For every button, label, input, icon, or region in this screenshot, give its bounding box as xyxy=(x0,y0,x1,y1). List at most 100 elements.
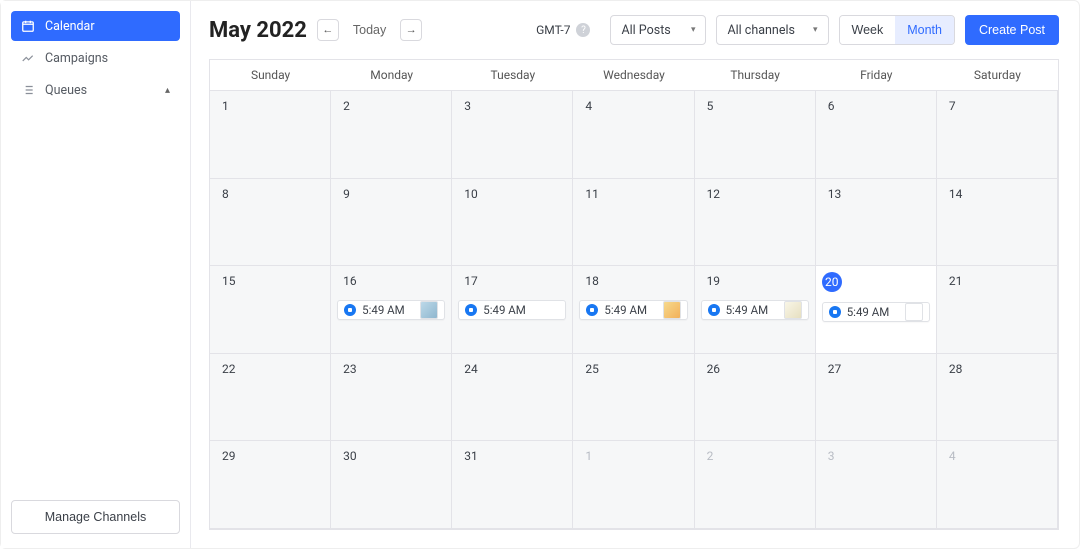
day-number: 27 xyxy=(822,360,930,378)
day-number: 7 xyxy=(943,97,1051,115)
calendar-cell[interactable]: 29 xyxy=(210,441,331,529)
calendar-cell[interactable]: 22 xyxy=(210,354,331,442)
day-number: 3 xyxy=(458,97,566,115)
prev-month-button[interactable]: ← xyxy=(317,19,339,41)
calendar-cell[interactable]: 1 xyxy=(573,441,694,529)
sidebar-item-label: Campaigns xyxy=(45,51,108,66)
day-number: 28 xyxy=(943,360,1051,378)
calendar-cell[interactable]: 14 xyxy=(937,179,1058,267)
day-number: 23 xyxy=(337,360,445,378)
day-number: 5 xyxy=(701,97,809,115)
next-month-button[interactable]: → xyxy=(400,19,422,41)
day-number: 24 xyxy=(458,360,566,378)
weekday-label: Sunday xyxy=(210,60,331,90)
calendar-cell[interactable]: 28 xyxy=(937,354,1058,442)
calendar-cell[interactable]: 7 xyxy=(937,91,1058,179)
day-number: 19 xyxy=(701,272,809,290)
weekday-label: Saturday xyxy=(937,60,1058,90)
calendar-cell[interactable]: 4 xyxy=(937,441,1058,529)
calendar-cell[interactable]: 1 xyxy=(210,91,331,179)
day-number: 20 xyxy=(822,272,842,292)
calendar-body: 123456789101112131415165:49 AM175:49 AM1… xyxy=(210,91,1058,529)
calendar-cell[interactable]: 24 xyxy=(452,354,573,442)
day-number: 11 xyxy=(579,185,687,203)
main: May 2022 ← Today → GMT-7 ? All Posts ▾ A… xyxy=(191,1,1079,548)
page-title: May 2022 xyxy=(209,18,307,43)
calendar-cell[interactable]: 13 xyxy=(816,179,937,267)
topbar: May 2022 ← Today → GMT-7 ? All Posts ▾ A… xyxy=(209,15,1059,45)
calendar-event[interactable]: 5:49 AM xyxy=(337,300,445,320)
sidebar-nav: Calendar Campaigns Queues ▴ xyxy=(11,11,180,105)
sidebar-item-queues[interactable]: Queues ▴ xyxy=(11,75,180,105)
filter-channels-dropdown[interactable]: All channels ▾ xyxy=(716,15,828,45)
calendar-event[interactable]: 5:49 AM xyxy=(458,300,566,320)
calendar-cell[interactable]: 175:49 AM xyxy=(452,266,573,354)
calendar-cell[interactable]: 25 xyxy=(573,354,694,442)
day-number: 16 xyxy=(337,272,445,290)
calendar-cell[interactable]: 3 xyxy=(816,441,937,529)
calendar-cell[interactable]: 18 5:49 AM xyxy=(573,266,694,354)
calendar-event[interactable]: 5:49 AM xyxy=(822,302,930,322)
create-post-button[interactable]: Create Post xyxy=(965,15,1059,45)
calendar-cell[interactable]: 11 xyxy=(573,179,694,267)
calendar-cell[interactable]: 2 xyxy=(331,91,452,179)
calendar-cell[interactable]: 8 xyxy=(210,179,331,267)
channel-icon xyxy=(586,304,598,316)
calendar-cell[interactable]: 26 xyxy=(695,354,816,442)
calendar-cell[interactable]: 30 xyxy=(331,441,452,529)
weekday-label: Tuesday xyxy=(452,60,573,90)
day-number: 8 xyxy=(216,185,324,203)
calendar-event[interactable]: 5:49 AM xyxy=(701,300,809,320)
event-time: 5:49 AM xyxy=(483,303,526,317)
calendar-event[interactable]: 5:49 AM xyxy=(579,300,687,320)
sidebar-item-calendar[interactable]: Calendar xyxy=(11,11,180,41)
calendar-cell[interactable]: 3 xyxy=(452,91,573,179)
day-number: 29 xyxy=(216,447,324,465)
day-number: 30 xyxy=(337,447,445,465)
calendar-cell[interactable]: 21 xyxy=(937,266,1058,354)
manage-channels-button[interactable]: Manage Channels xyxy=(11,500,180,534)
calendar-cell[interactable]: 10 xyxy=(452,179,573,267)
channel-icon xyxy=(829,306,841,318)
calendar-cell[interactable]: 4 xyxy=(573,91,694,179)
day-number: 4 xyxy=(943,447,1051,465)
calendar-cell[interactable]: 12 xyxy=(695,179,816,267)
sidebar-item-campaigns[interactable]: Campaigns xyxy=(11,43,180,73)
calendar-cell[interactable]: 5 xyxy=(695,91,816,179)
view-week-button[interactable]: Week xyxy=(840,16,896,44)
calendar-cell[interactable]: 31 xyxy=(452,441,573,529)
filter-posts-dropdown[interactable]: All Posts ▾ xyxy=(610,15,706,45)
calendar: SundayMondayTuesdayWednesdayThursdayFrid… xyxy=(209,59,1059,530)
today-button[interactable]: Today xyxy=(349,23,390,37)
calendar-cell[interactable]: 2 xyxy=(695,441,816,529)
calendar-cell[interactable]: 27 xyxy=(816,354,937,442)
arrow-right-icon: → xyxy=(406,24,417,36)
day-number: 14 xyxy=(943,185,1051,203)
trend-icon xyxy=(21,51,35,65)
calendar-cell[interactable]: 23 xyxy=(331,354,452,442)
event-time: 5:49 AM xyxy=(847,305,890,319)
calendar-cell[interactable]: 20 5:49 AM xyxy=(816,266,937,354)
calendar-cell[interactable]: 16 5:49 AM xyxy=(331,266,452,354)
calendar-cell[interactable]: 19 5:49 AM xyxy=(695,266,816,354)
help-icon[interactable]: ? xyxy=(576,23,590,37)
sidebar-item-label: Calendar xyxy=(45,19,95,34)
sidebar: Calendar Campaigns Queues ▴ Manage Chann… xyxy=(1,1,191,548)
event-thumbnail xyxy=(784,301,802,319)
calendar-cell[interactable]: 15 xyxy=(210,266,331,354)
day-number: 9 xyxy=(337,185,445,203)
day-number: 10 xyxy=(458,185,566,203)
calendar-cell[interactable]: 9 xyxy=(331,179,452,267)
view-toggle: Week Month xyxy=(839,15,955,45)
event-thumbnail xyxy=(663,301,681,319)
day-number: 31 xyxy=(458,447,566,465)
day-number: 21 xyxy=(943,272,1051,290)
view-month-button[interactable]: Month xyxy=(895,16,954,44)
day-number: 12 xyxy=(701,185,809,203)
day-number: 18 xyxy=(579,272,687,290)
channel-icon xyxy=(344,304,356,316)
event-thumbnail xyxy=(905,303,923,321)
channel-icon xyxy=(708,304,720,316)
calendar-cell[interactable]: 6 xyxy=(816,91,937,179)
day-number: 4 xyxy=(579,97,687,115)
